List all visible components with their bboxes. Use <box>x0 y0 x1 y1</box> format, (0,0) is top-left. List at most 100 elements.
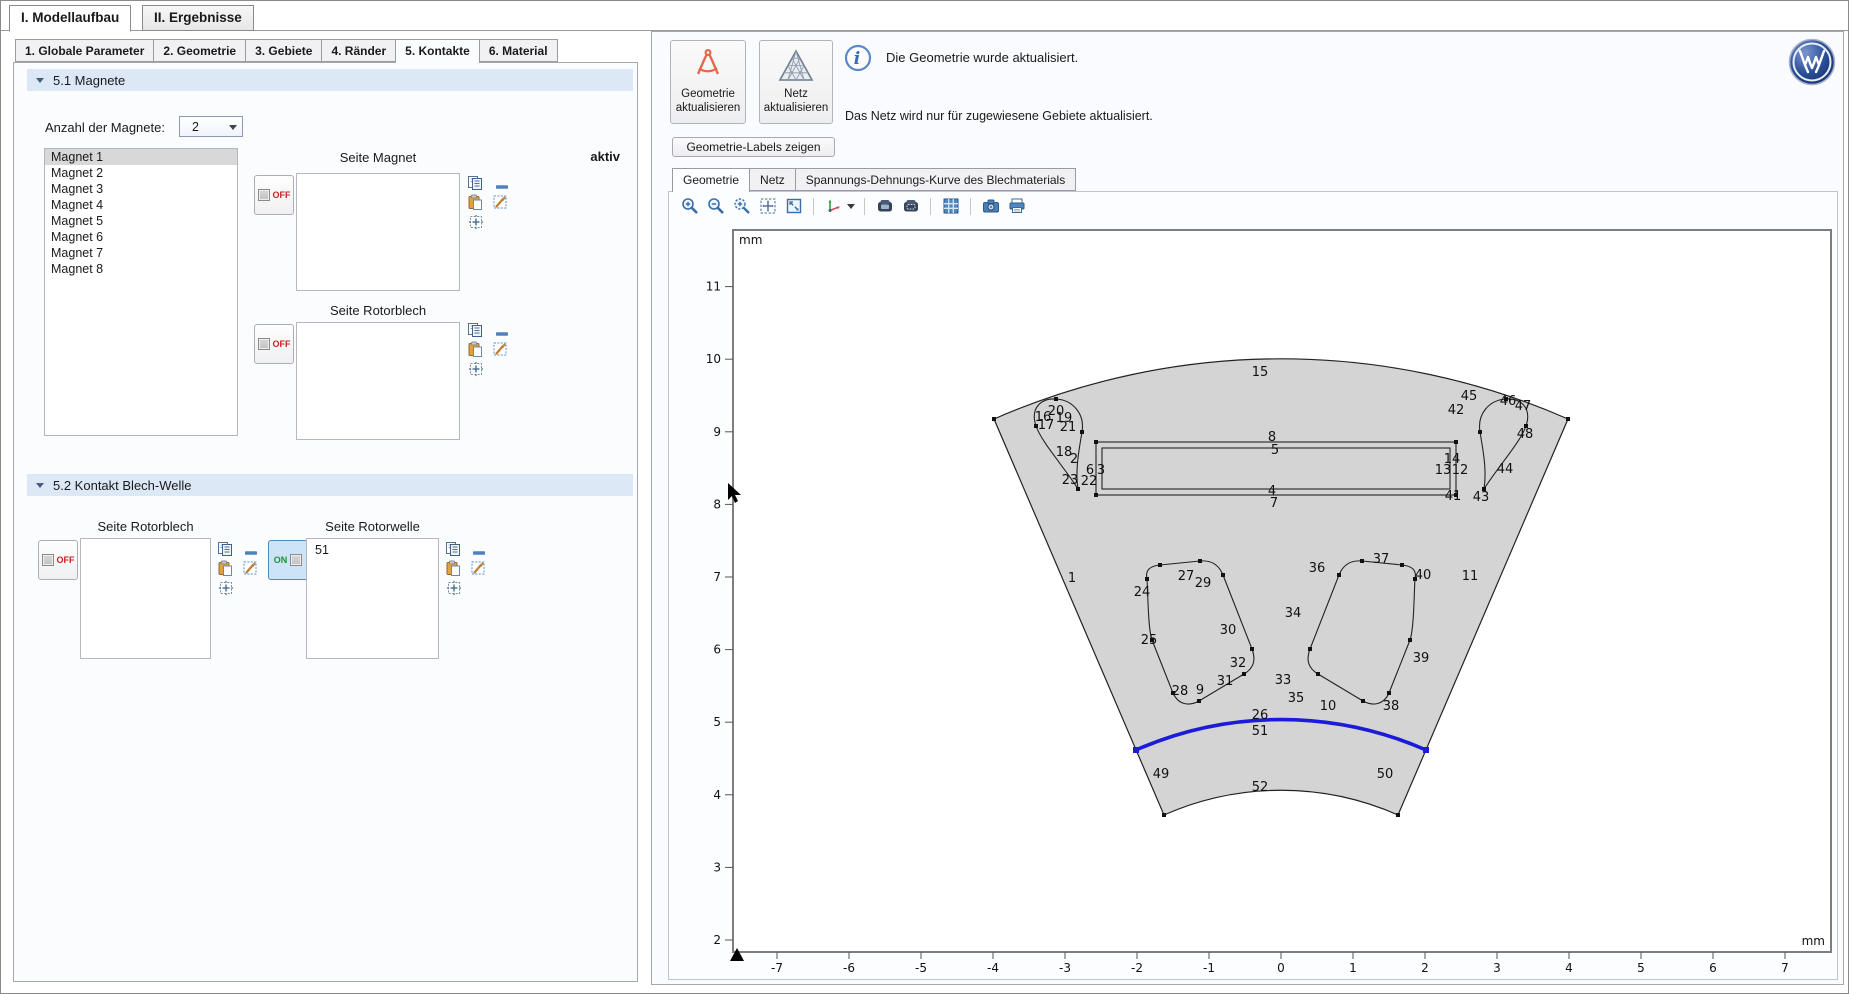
kontakt-rotorblech-selection-box[interactable] <box>80 538 211 659</box>
zoom-extents-icon[interactable] <box>757 196 778 217</box>
zoom-to-selection-button[interactable] <box>468 361 484 377</box>
netz-aktualisieren-button[interactable]: Netz aktualisieren <box>759 40 833 124</box>
button-label: Geometrie aktualisieren <box>676 88 741 114</box>
subtab-gebiete[interactable]: 3. Gebiete <box>246 39 322 62</box>
subtab-globale-parameter[interactable]: 1. Globale Parameter <box>15 39 154 62</box>
list-item-magnet5[interactable]: Magnet 5 <box>45 213 237 229</box>
clear-selection-button[interactable] <box>492 194 508 210</box>
paste-button[interactable] <box>467 341 483 357</box>
svg-text:9: 9 <box>1196 683 1204 698</box>
svg-text:5: 5 <box>713 715 721 729</box>
list-item-magnet7[interactable]: Magnet 7 <box>45 245 237 261</box>
kontakte-settings-panel: 5.1 Magnete Anzahl der Magnete: 2 Magnet… <box>13 62 638 982</box>
toggle-state-label: OFF <box>273 190 291 200</box>
clear-selection-button[interactable] <box>242 560 258 576</box>
toggle-checkbox <box>258 338 270 350</box>
copy-button[interactable] <box>467 175 483 191</box>
zoom-box-icon[interactable] <box>731 196 752 217</box>
svg-text:3: 3 <box>1097 463 1105 478</box>
geometrie-labels-zeigen-button[interactable]: Geometrie-Labels zeigen <box>672 137 835 157</box>
zoom-in-icon[interactable] <box>679 196 700 217</box>
paste-button[interactable] <box>467 194 483 210</box>
remove-button[interactable] <box>494 179 510 195</box>
magnet-list[interactable]: Magnet 1 Magnet 2 Magnet 3 Magnet 4 Magn… <box>44 148 238 436</box>
svg-text:0: 0 <box>1277 961 1285 975</box>
svg-text:4: 4 <box>713 788 721 802</box>
svg-text:41: 41 <box>1445 489 1462 504</box>
svg-text:24: 24 <box>1134 585 1151 600</box>
view-orientation-dropdown-icon[interactable] <box>847 204 855 209</box>
subtab-raender[interactable]: 4. Ränder <box>322 39 396 62</box>
zoom-to-selection-button[interactable] <box>218 580 234 596</box>
svg-text:40: 40 <box>1415 568 1432 583</box>
zoom-to-selection-button[interactable] <box>446 580 462 596</box>
svg-text:37: 37 <box>1373 552 1390 567</box>
print-icon[interactable] <box>1006 196 1027 217</box>
subtab-kontakte[interactable]: 5. Kontakte <box>396 39 480 63</box>
button-label: Netz aktualisieren <box>764 88 829 114</box>
paste-button[interactable] <box>217 560 233 576</box>
paste-button[interactable] <box>445 560 461 576</box>
list-item-magnet2[interactable]: Magnet 2 <box>45 165 237 181</box>
copy-button[interactable] <box>217 541 233 557</box>
remove-button[interactable] <box>471 545 487 561</box>
subtab-material[interactable]: 6. Material <box>480 39 558 62</box>
copy-button[interactable] <box>467 322 483 338</box>
svg-text:21: 21 <box>1060 420 1077 435</box>
kontakt-rotorblech-toggle[interactable]: OFF <box>38 540 78 580</box>
seite-magnet-toggle[interactable]: OFF <box>254 175 294 215</box>
subtab-geometrie[interactable]: 2. Geometrie <box>154 39 246 62</box>
section-header-magnete[interactable]: 5.1 Magnete <box>27 69 633 91</box>
list-item-magnet4[interactable]: Magnet 4 <box>45 197 237 213</box>
svg-text:-6: -6 <box>843 961 855 975</box>
seite-magnet-selection-box[interactable] <box>296 173 460 291</box>
seite-rotorblech-toggle[interactable]: OFF <box>254 324 294 364</box>
svg-text:39: 39 <box>1413 651 1430 666</box>
section-header-kontakt-blech-welle[interactable]: 5.2 Kontakt Blech-Welle <box>27 474 633 496</box>
clear-selection-button[interactable] <box>492 341 508 357</box>
remove-button[interactable] <box>494 326 510 342</box>
anzahl-magnete-select[interactable]: 2 <box>179 116 243 137</box>
geometrie-aktualisieren-button[interactable]: Geometrie aktualisieren <box>670 40 746 124</box>
copy-image-icon[interactable] <box>900 196 921 217</box>
grid-toggle-icon[interactable] <box>940 196 961 217</box>
info-message-geometrie: Die Geometrie wurde aktualisiert. <box>886 50 1078 65</box>
svg-text:26: 26 <box>1252 708 1269 723</box>
list-item-magnet3[interactable]: Magnet 3 <box>45 181 237 197</box>
gtab-spannungs-dehnungs-kurve[interactable]: Spannungs-Dehnungs-Kurve des Blechmateri… <box>796 168 1076 191</box>
svg-text:3: 3 <box>1493 961 1501 975</box>
copy-button[interactable] <box>445 541 461 557</box>
view-orientation-icon[interactable] <box>823 196 844 217</box>
svg-text:2: 2 <box>713 933 721 947</box>
tab-ergebnisse[interactable]: II. Ergebnisse <box>142 5 254 31</box>
svg-text:8: 8 <box>713 497 721 511</box>
section-title: 5.1 Magnete <box>53 73 125 88</box>
clear-selection-button[interactable] <box>470 560 486 576</box>
zoom-to-selection-button[interactable] <box>468 214 484 230</box>
gtab-netz[interactable]: Netz <box>750 168 796 191</box>
fit-window-icon[interactable] <box>783 196 804 217</box>
remove-button[interactable] <box>243 545 259 561</box>
seite-magnet-title: Seite Magnet <box>296 150 460 165</box>
y-axis-unit-label: mm <box>739 233 762 247</box>
zoom-out-icon[interactable] <box>705 196 726 217</box>
list-item-magnet1[interactable]: Magnet 1 <box>45 149 237 165</box>
model-subtabs: 1. Globale Parameter 2. Geometrie 3. Geb… <box>15 39 558 63</box>
export-image-icon[interactable] <box>874 196 895 217</box>
snapshot-icon[interactable] <box>980 196 1001 217</box>
gtab-geometrie[interactable]: Geometrie <box>672 168 750 192</box>
geometry-plot[interactable]: 1234567891011121314151617181920212223242… <box>669 219 1839 979</box>
svg-text:27: 27 <box>1178 569 1195 584</box>
svg-text:9: 9 <box>713 425 721 439</box>
tab-modellaufbau[interactable]: I. Modellaufbau <box>9 5 131 32</box>
kontakt-rotorwelle-selection-box[interactable]: 51 <box>306 538 439 659</box>
list-item-magnet6[interactable]: Magnet 6 <box>45 229 237 245</box>
seite-rotorblech-selection-box[interactable] <box>296 322 460 440</box>
svg-text:32: 32 <box>1230 656 1247 671</box>
svg-text:44: 44 <box>1497 462 1514 477</box>
list-item-magnet8[interactable]: Magnet 8 <box>45 261 237 277</box>
kontakt-rotorwelle-toggle[interactable]: ON <box>268 540 308 580</box>
kontakt-rotorblech-title: Seite Rotorblech <box>80 519 211 534</box>
svg-text:6: 6 <box>1709 961 1717 975</box>
geometry-compass-icon <box>688 46 728 86</box>
